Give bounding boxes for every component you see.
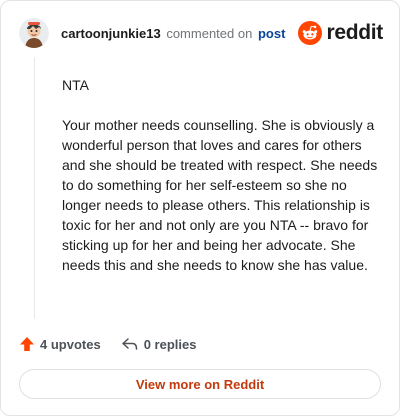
comment-paragraph: NTA [62, 77, 89, 93]
view-more-button[interactable]: View more on Reddit [19, 369, 381, 399]
reddit-logo[interactable]: reddit [298, 21, 383, 45]
comment-actions: 4 upvotes 0 replies [19, 334, 196, 354]
reply-arrow-icon [121, 338, 137, 350]
reddit-snoo-icon [298, 21, 323, 45]
comment-paragraph: Your mother needs counselling. She is ob… [62, 117, 378, 273]
thread-line [34, 57, 35, 319]
reply-button[interactable]: 0 replies [121, 336, 197, 352]
upvotes-count: 4 upvotes [40, 336, 101, 352]
replies-count: 0 replies [143, 336, 197, 352]
commented-on-text: commented on [166, 25, 253, 41]
comment-body: NTA Your mother needs counselling. She i… [62, 75, 380, 295]
username[interactable]: cartoonjunkie13 [61, 26, 161, 41]
reddit-wordmark: reddit [326, 21, 383, 44]
comment-header: cartoonjunkie13 commented on post reddit [19, 15, 383, 51]
comment-meta: cartoonjunkie13 commented on post [61, 26, 285, 41]
user-avatar[interactable] [19, 18, 49, 48]
upvote-button[interactable]: 4 upvotes [19, 336, 101, 352]
upvote-arrow-icon [20, 337, 34, 351]
avatar-icon [19, 18, 49, 48]
post-link[interactable]: post [258, 26, 285, 41]
comment-embed-card: cartoonjunkie13 commented on post reddit… [0, 0, 400, 416]
